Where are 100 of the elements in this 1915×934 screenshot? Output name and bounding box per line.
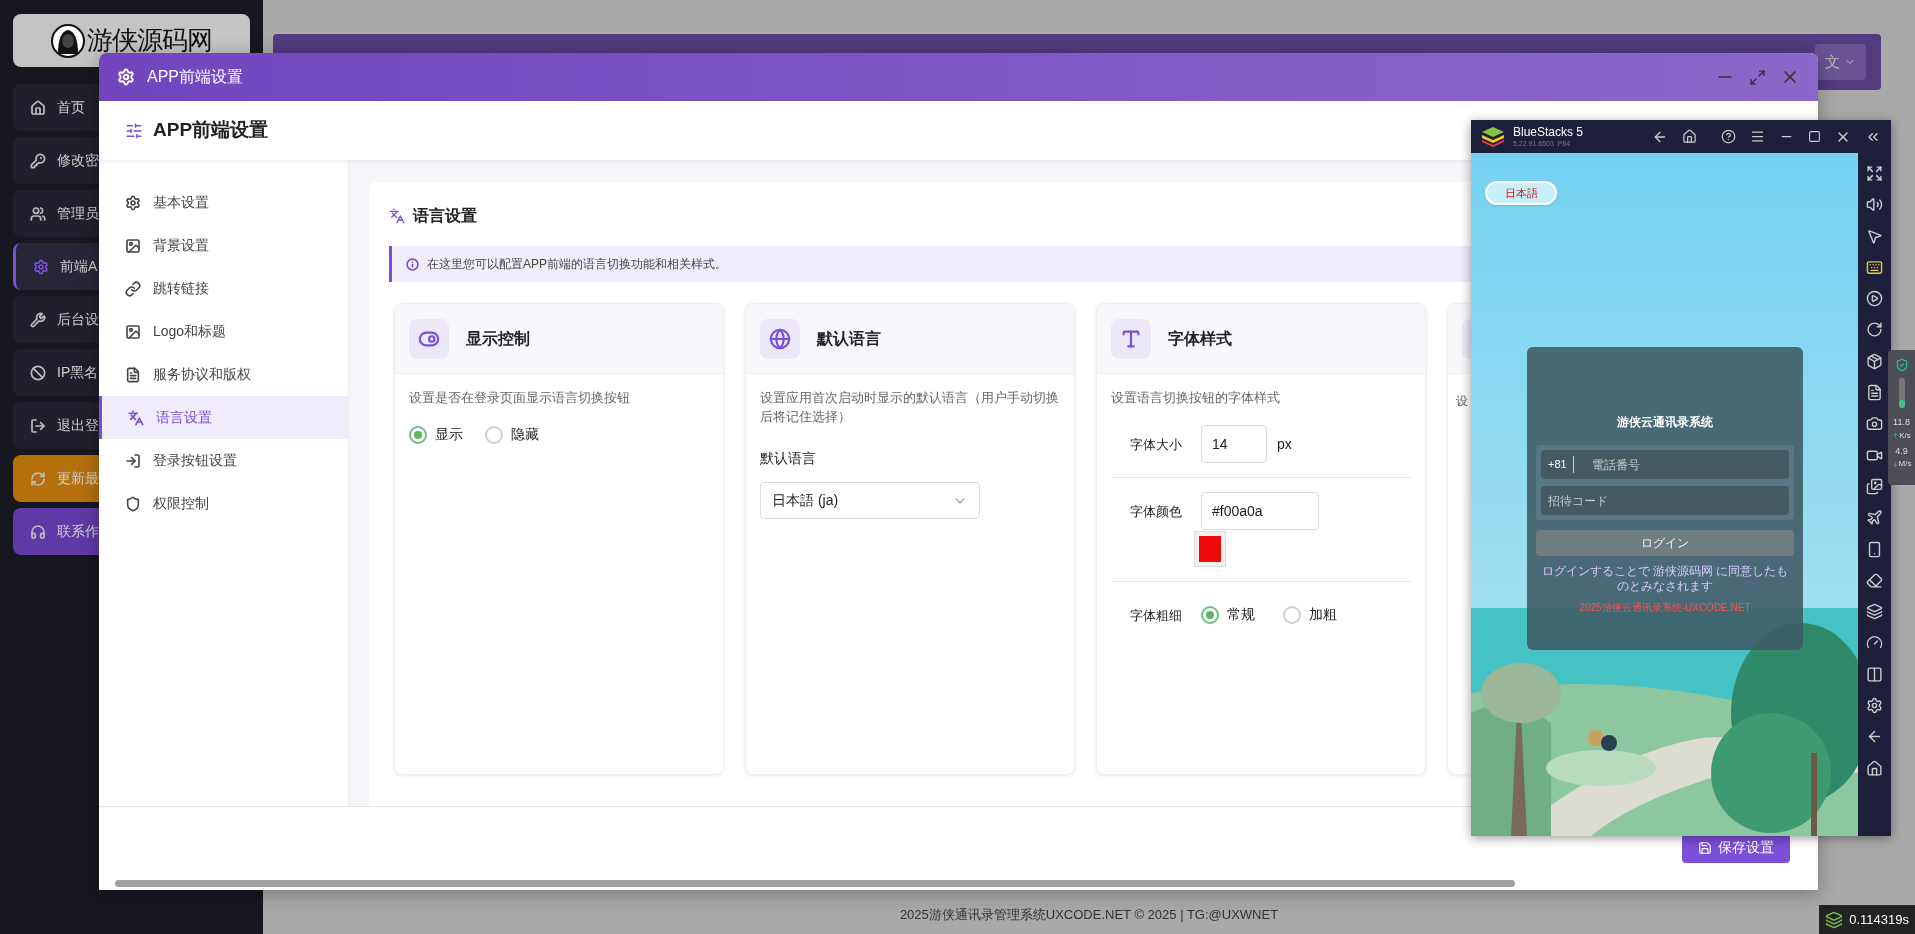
save-icon <box>1698 840 1712 855</box>
download-unit: M/s <box>1898 458 1912 470</box>
home-icon <box>30 99 46 116</box>
radio-button[interactable] <box>1283 605 1301 624</box>
slider-track <box>1898 378 1905 408</box>
home-icon[interactable] <box>1682 129 1697 144</box>
invite-code-field[interactable]: 招待コード <box>1541 486 1789 515</box>
download-speed: 4.9 <box>1895 444 1908 458</box>
sidebar-label: 首页 <box>57 98 85 117</box>
menu-icon[interactable] <box>1750 129 1765 144</box>
agreement-text: ログインすることで 游侠源码网 に同意したものとみなされます <box>1540 564 1790 594</box>
copyright-text: 2025游侠通讯录管理系统UXCODE.NET © 2025 | TG:@UXWNET <box>899 906 1279 925</box>
globe-icon <box>769 327 791 350</box>
sidebar-icon[interactable] <box>1866 665 1883 683</box>
rotate-icon[interactable] <box>1866 321 1883 339</box>
radio-button[interactable] <box>1201 605 1219 624</box>
font-size-field[interactable]: 14 <box>1201 425 1267 463</box>
refresh-icon <box>30 470 46 487</box>
phone-field[interactable]: +81 電話番号 <box>1541 450 1789 479</box>
settings-menu-item[interactable]: 背景设置 <box>99 224 348 267</box>
stack-logo-icon <box>1481 125 1505 148</box>
row-label: 字体大小 <box>1130 436 1183 454</box>
keyboard-icon[interactable] <box>1866 258 1883 276</box>
eraser-icon[interactable] <box>1866 571 1883 589</box>
maximize-icon[interactable] <box>1808 130 1821 143</box>
login-button[interactable]: ログイン <box>1536 530 1794 556</box>
play-icon[interactable] <box>1866 290 1883 308</box>
row-label: 字体颜色 <box>1130 503 1183 521</box>
settings-menu-item[interactable]: 基本设置 <box>99 181 348 224</box>
volume-icon[interactable] <box>1866 196 1883 214</box>
pointer-icon[interactable] <box>1866 227 1883 245</box>
key-icon <box>30 152 46 169</box>
settings-icon <box>117 68 135 86</box>
sidebar-label: 前端A <box>60 257 98 276</box>
unit-label: px <box>1277 434 1292 454</box>
settings-menu-item[interactable]: 跳转链接 <box>99 267 348 310</box>
upload-speed: 11.8 <box>1893 416 1910 429</box>
layers-icon <box>1825 910 1844 929</box>
phone-number-input[interactable]: 電話番号 <box>1591 455 1782 474</box>
radio-label: 隐藏 <box>511 425 539 444</box>
card-description: 设置应用首次启动时显示的默认语言（用户手动切换后将记住选择） <box>760 389 1060 426</box>
layers-icon[interactable] <box>1866 603 1883 621</box>
help-icon[interactable] <box>1721 129 1736 144</box>
sidebar-label: 更新最 <box>57 469 99 488</box>
settings-menu-item[interactable]: 服务协议和版权 <box>99 353 348 396</box>
page-heading: APP前端设置 <box>153 118 269 143</box>
shield-icon <box>125 495 141 512</box>
camera-icon[interactable] <box>1866 415 1883 433</box>
color-field[interactable]: #f00a0a <box>1201 492 1319 530</box>
settings-icon <box>33 258 49 275</box>
radio-label: 显示 <box>435 425 463 444</box>
logout-icon <box>30 417 46 434</box>
sidebar-label: 管理员 <box>57 204 99 223</box>
timer-text: 0.114319s <box>1849 910 1909 929</box>
radio-label: 常规 <box>1227 605 1255 624</box>
row-label: 字体粗细 <box>1130 607 1183 625</box>
card-title: 默认语言 <box>817 328 881 349</box>
upload-unit: K/s <box>1899 429 1911 442</box>
country-code: +81 <box>1548 456 1574 473</box>
language-icon <box>389 208 405 224</box>
app-copyright: 2025游侠云通讯录系统-UXCODE.NET <box>1579 601 1751 615</box>
sliders-icon <box>125 121 143 140</box>
dialog-title: APP前端设置 <box>147 67 243 87</box>
phone-icon[interactable] <box>1866 540 1883 558</box>
language-icon <box>128 409 144 426</box>
login-icon <box>125 452 141 469</box>
logo-text: 游侠源码网 <box>87 24 212 57</box>
document-icon <box>125 366 141 383</box>
scrollbar[interactable] <box>115 879 1515 887</box>
card-description: 设置语言切换按钮的字体样式 <box>1111 389 1281 407</box>
settings-menu-item[interactable]: 语言设置 <box>99 396 348 439</box>
gallery-icon[interactable] <box>1866 477 1883 495</box>
airplane-icon[interactable] <box>1866 509 1883 527</box>
wrench-icon <box>30 311 46 328</box>
sidebar-label: 修改密 <box>57 151 99 170</box>
language-select[interactable]: 日本語 (ja) <box>760 482 980 519</box>
emulator-title: BlueStacks 5 <box>1513 126 1584 138</box>
settings-menu-item[interactable]: 登录按钮设置 <box>99 439 348 482</box>
card-description: 设置是否在登录页面显示语言切换按钮 <box>409 389 631 407</box>
link-icon <box>125 280 141 297</box>
apk-icon[interactable] <box>1866 384 1883 402</box>
sidebar-label: 后台设 <box>57 310 99 329</box>
package-icon[interactable] <box>1866 352 1883 370</box>
settings-menu-item[interactable]: 权限控制 <box>99 482 348 525</box>
hooded-figure-icon <box>51 23 85 58</box>
image-icon <box>125 323 141 340</box>
home-icon[interactable] <box>1866 759 1883 777</box>
color-swatch[interactable] <box>1194 531 1226 567</box>
fullscreen-icon[interactable] <box>1866 165 1883 182</box>
app-title: 游侠云通讯录系统 <box>1617 414 1713 431</box>
settings-menu-item[interactable]: Logo和标题 <box>99 310 348 353</box>
sidebar-label: 联系作 <box>57 522 99 541</box>
info-icon <box>406 257 419 271</box>
radio-button[interactable] <box>485 425 503 444</box>
users-icon <box>30 205 46 222</box>
headphones-icon <box>30 523 46 540</box>
settings-icon[interactable] <box>1866 697 1883 715</box>
ban-icon <box>30 364 46 381</box>
language-button[interactable]: 日本語 <box>1485 181 1557 205</box>
radio-button[interactable] <box>409 425 427 444</box>
